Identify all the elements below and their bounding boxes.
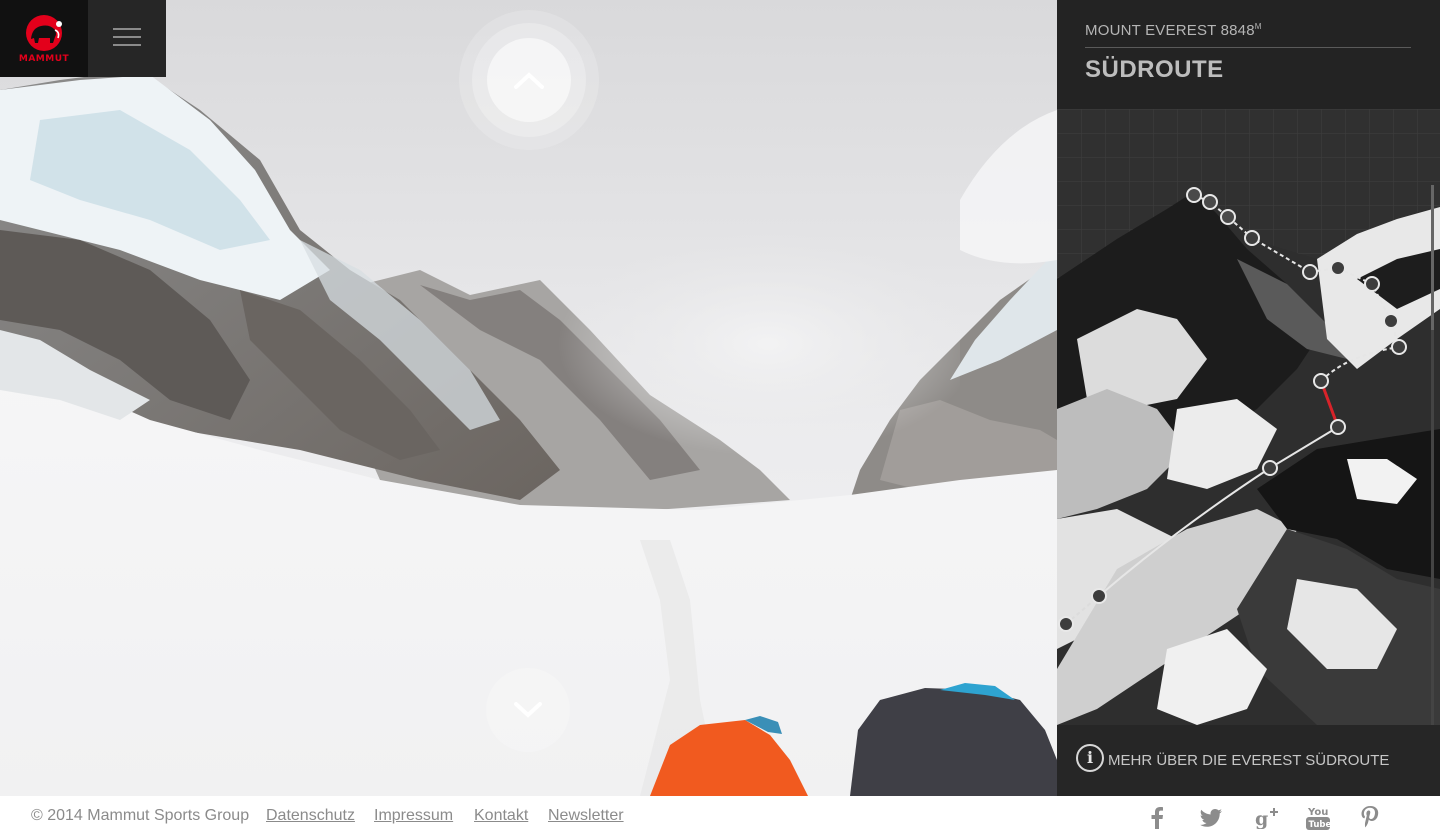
everest-route-map xyxy=(1057,109,1440,725)
header-divider xyxy=(1085,47,1411,48)
more-info-label: MEHR ÜBER DIE EVEREST SÜDROUTE xyxy=(1108,752,1390,769)
mountain-name-height: MOUNT EVEREST 8848 xyxy=(1085,22,1255,39)
scroll-down-button[interactable] xyxy=(486,668,570,752)
pinterest-icon[interactable] xyxy=(1358,806,1382,830)
panel-scrollbar-thumb[interactable] xyxy=(1431,185,1434,330)
hamburger-icon-middle xyxy=(113,36,141,38)
chevron-up-icon xyxy=(514,72,544,89)
svg-text:g: g xyxy=(1255,808,1268,829)
footer-link-datenschutz[interactable]: Datenschutz xyxy=(266,807,355,825)
hamburger-icon-bottom xyxy=(113,44,141,46)
facebook-icon[interactable] xyxy=(1145,806,1169,830)
height-unit: M xyxy=(1254,22,1262,31)
footer-link-kontakt[interactable]: Kontakt xyxy=(474,807,528,825)
route-panel: MOUNT EVEREST 8848M SÜDROUTE i MEHR ÜBER… xyxy=(1057,0,1440,796)
menu-button[interactable] xyxy=(88,0,166,77)
mountain-subtitle: MOUNT EVEREST 8848M xyxy=(1085,22,1262,39)
svg-text:You: You xyxy=(1307,807,1328,818)
route-title: SÜDROUTE xyxy=(1085,56,1224,83)
footer-link-newsletter[interactable]: Newsletter xyxy=(548,807,624,825)
mammoth-logo-icon xyxy=(26,14,62,51)
chevron-down-icon xyxy=(514,702,542,718)
info-icon: i xyxy=(1076,744,1104,772)
logo-wordmark: MAMMUT xyxy=(18,53,70,64)
google-plus-icon[interactable]: g xyxy=(1255,806,1279,830)
scroll-up-button[interactable] xyxy=(459,10,599,150)
route-map[interactable] xyxy=(1057,109,1440,725)
footer: © 2014 Mammut Sports Group Datenschutz I… xyxy=(0,796,1440,836)
more-info-link[interactable]: i MEHR ÜBER DIE EVEREST SÜDROUTE xyxy=(1057,725,1440,796)
panel-scrollbar[interactable] xyxy=(1431,185,1434,725)
hamburger-icon xyxy=(113,28,141,30)
mammut-logo[interactable]: MAMMUT xyxy=(0,0,88,77)
youtube-icon[interactable]: You Tube xyxy=(1306,806,1330,830)
route-panel-header: MOUNT EVEREST 8848M SÜDROUTE xyxy=(1057,0,1440,109)
twitter-icon[interactable] xyxy=(1199,806,1223,830)
footer-link-impressum[interactable]: Impressum xyxy=(374,807,453,825)
copyright-text: © 2014 Mammut Sports Group xyxy=(31,807,250,824)
scroll-up-core xyxy=(487,38,571,122)
svg-text:Tube: Tube xyxy=(1309,820,1331,830)
